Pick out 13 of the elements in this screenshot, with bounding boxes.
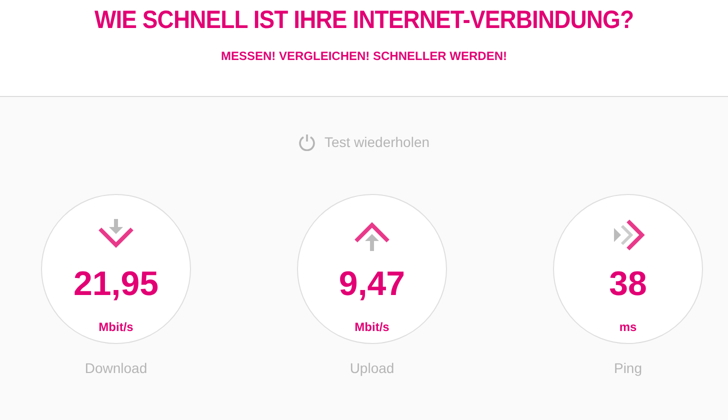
result-label: Download (84, 360, 148, 376)
result-value: 38 (609, 265, 647, 304)
result-unit: ms (619, 320, 637, 334)
result-label: Upload (350, 360, 394, 376)
result-value: 9,47 (338, 265, 406, 304)
result-label: Ping (614, 360, 642, 376)
result-value: 21,95 (73, 265, 159, 304)
page-subtitle: MESSEN! VERGLEICHEN! SCHNELLER WERDEN! (220, 49, 507, 63)
page-title: WIE SCHNELL IST IHRE INTERNET-VERBINDUNG? (94, 6, 634, 35)
repeat-test-button[interactable]: Test wiederholen (298, 133, 430, 151)
result-unit: Mbit/s (98, 320, 134, 334)
result-unit: Mbit/s (354, 320, 390, 334)
power-icon (298, 133, 316, 151)
